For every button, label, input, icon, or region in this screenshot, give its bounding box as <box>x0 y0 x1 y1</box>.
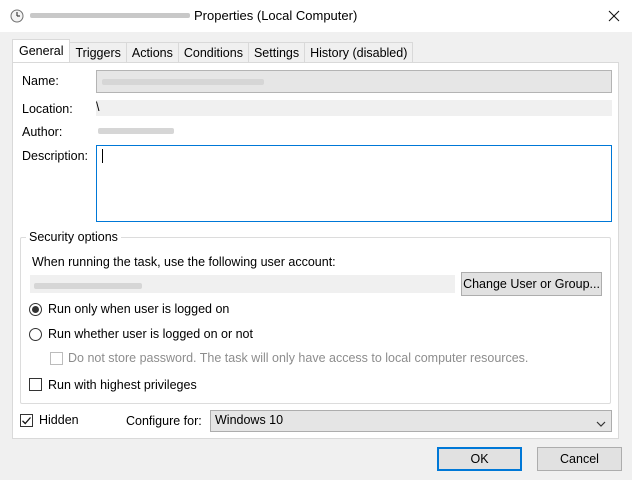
name-label: Name: <box>22 74 59 88</box>
account-prompt: When running the task, use the following… <box>32 255 336 269</box>
tab-actions[interactable]: Actions <box>125 42 179 62</box>
tab-conditions[interactable]: Conditions <box>177 42 249 62</box>
radio-run-logged-on[interactable] <box>29 303 42 316</box>
tab-strip: General Triggers Actions Conditions Sett… <box>12 39 414 62</box>
close-button[interactable] <box>600 4 628 28</box>
radio-selected-icon <box>29 303 42 316</box>
description-label: Description: <box>22 149 88 163</box>
checkbox-unchecked-icon <box>29 378 42 391</box>
text-caret <box>102 149 103 163</box>
radio-empty-icon <box>29 328 42 341</box>
radio-run-whether-label[interactable]: Run whether user is logged on or not <box>48 327 253 341</box>
configure-for-label: Configure for: <box>126 414 202 428</box>
name-value-redacted <box>102 79 264 85</box>
highest-privileges-checkbox[interactable] <box>29 378 42 391</box>
tab-history[interactable]: History (disabled) <box>304 42 414 62</box>
configure-for-value: Windows 10 <box>215 413 284 427</box>
do-not-store-password-checkbox[interactable] <box>50 352 63 365</box>
change-user-button[interactable]: Change User or Group... <box>461 272 602 296</box>
highest-privileges-label[interactable]: Run with highest privileges <box>48 378 197 392</box>
window-title: Properties (Local Computer) <box>194 8 358 23</box>
tab-triggers[interactable]: Triggers <box>69 42 127 62</box>
checkbox-checked-icon <box>20 414 33 427</box>
tab-settings[interactable]: Settings <box>247 42 306 62</box>
hidden-checkbox[interactable] <box>20 414 33 427</box>
radio-run-logged-on-label[interactable]: Run only when user is logged on <box>48 302 229 316</box>
user-account-redacted <box>34 283 142 289</box>
clock-icon <box>10 9 24 23</box>
do-not-store-password-label: Do not store password. The task will onl… <box>68 351 529 365</box>
tab-general[interactable]: General <box>12 39 71 62</box>
author-value-redacted <box>98 128 174 134</box>
chevron-down-icon <box>596 416 606 430</box>
task-name-redacted <box>30 13 190 18</box>
checkmark-icon <box>22 417 31 425</box>
close-icon <box>608 10 620 22</box>
cancel-button[interactable]: Cancel <box>537 447 622 471</box>
checkbox-disabled-icon <box>50 352 63 365</box>
location-value: \ <box>96 100 100 114</box>
security-options-title: Security options <box>26 230 121 244</box>
ok-button[interactable]: OK <box>437 447 522 471</box>
hidden-label[interactable]: Hidden <box>39 413 79 427</box>
location-field <box>96 100 612 116</box>
location-label: Location: <box>22 102 73 116</box>
radio-run-whether[interactable] <box>29 328 42 341</box>
description-textarea[interactable] <box>96 145 612 222</box>
author-label: Author: <box>22 125 63 139</box>
